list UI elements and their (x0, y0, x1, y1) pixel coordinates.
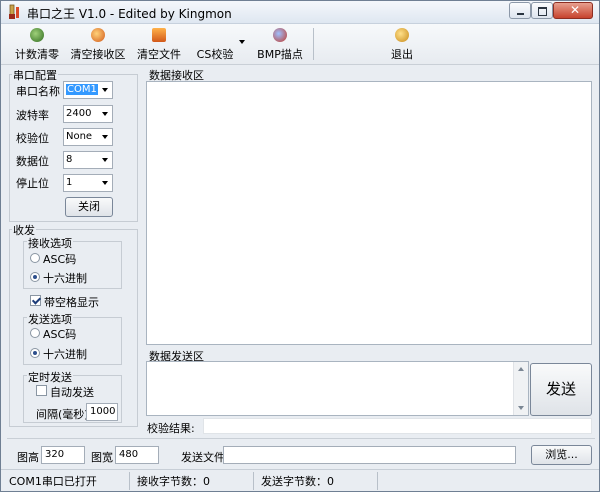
dropdown-arrow-icon (102, 181, 108, 185)
space-display-checkbox[interactable] (30, 295, 41, 306)
baud-select[interactable]: 2400 (63, 105, 113, 123)
send-file-label: 发送文件 (181, 451, 225, 464)
dropdown-arrow-icon (102, 88, 108, 92)
receive-hex-label: 十六进制 (43, 272, 87, 285)
databits-label: 数据位 (16, 155, 49, 168)
bmp-trace-button[interactable]: BMP描点 (257, 26, 303, 62)
minimize-icon (517, 13, 524, 15)
status-divider (377, 472, 378, 490)
close-window-button[interactable]: ✕ (553, 2, 593, 19)
send-hex-radio[interactable] (30, 348, 40, 358)
receive-hex-radio[interactable] (30, 272, 40, 282)
toolbar: 计数清零 清空接收区 清空文件 CS校验 BMP描点 退出 (1, 24, 599, 65)
status-divider (253, 472, 254, 490)
clear-file-button[interactable]: 清空文件 (135, 26, 183, 62)
send-button[interactable]: 发送 (530, 363, 592, 416)
close-icon: ✕ (570, 3, 581, 17)
check-result-label: 校验结果: (147, 422, 195, 435)
counter-icon (30, 28, 44, 42)
serial-config-title: 串口配置 (12, 67, 58, 83)
title-bar[interactable]: 串口之王 V1.0 - Edited by Kingmon ✕ (1, 1, 599, 24)
parity-select[interactable]: None (63, 128, 113, 146)
receive-asc-label: ASC码 (43, 253, 77, 266)
send-scrollbar[interactable] (513, 362, 528, 415)
send-file-input[interactable] (223, 446, 516, 464)
send-asc-radio[interactable] (30, 328, 40, 338)
image-height-label: 图高 (17, 451, 39, 464)
received-bytes: 接收字节数：0 (137, 475, 210, 488)
check-result-field (203, 418, 592, 434)
receive-asc-radio[interactable] (30, 253, 40, 263)
dropdown-arrow-icon[interactable] (239, 40, 245, 44)
image-height-input[interactable]: 320 (41, 446, 85, 464)
send-hex-label: 十六进制 (43, 348, 87, 361)
parity-label: 校验位 (16, 132, 49, 145)
clear-file-icon (152, 28, 166, 42)
port-label: 串口名称 (16, 85, 60, 98)
stopbits-label: 停止位 (16, 177, 49, 190)
port-select[interactable]: COM1 (63, 81, 113, 99)
auto-send-checkbox[interactable] (36, 385, 47, 396)
databits-select[interactable]: 8 (63, 151, 113, 169)
close-port-button[interactable]: 关闭 (65, 197, 113, 217)
send-options-title: 发送选项 (27, 311, 73, 327)
receive-textarea[interactable] (146, 81, 592, 345)
interval-label: 间隔(毫秒) (36, 408, 89, 421)
baud-label: 波特率 (16, 109, 49, 122)
timed-send-title: 定时发送 (27, 369, 73, 385)
dropdown-arrow-icon (102, 135, 108, 139)
count-clear-button[interactable]: 计数清零 (11, 26, 63, 62)
toolbar-separator (313, 28, 314, 60)
app-icon (9, 4, 19, 19)
interval-input[interactable]: 1000 (86, 403, 118, 421)
status-divider (129, 472, 130, 490)
scroll-down-icon[interactable] (518, 406, 524, 410)
cs-check-button[interactable]: CS校验 (193, 26, 237, 62)
bmp-icon (273, 28, 287, 42)
scroll-up-icon[interactable] (518, 367, 524, 371)
auto-send-label: 自动发送 (50, 386, 94, 399)
maximize-icon (538, 7, 547, 16)
port-status: COM1串口已打开 (9, 475, 97, 488)
space-display-label: 带空格显示 (44, 296, 99, 309)
minimize-button[interactable] (509, 2, 531, 19)
sent-bytes: 发送字节数：0 (261, 475, 334, 488)
bottom-divider (7, 438, 595, 439)
exit-button[interactable]: 退出 (387, 26, 417, 62)
window-title: 串口之王 V1.0 - Edited by Kingmon (27, 7, 232, 21)
image-width-input[interactable]: 480 (115, 446, 159, 464)
main-window: 串口之王 V1.0 - Edited by Kingmon ✕ 计数清零 清空接… (0, 0, 600, 492)
clear-receive-button[interactable]: 清空接收区 (69, 26, 127, 62)
browse-button[interactable]: 浏览... (531, 445, 592, 465)
maximize-button[interactable] (531, 2, 553, 19)
stopbits-select[interactable]: 1 (63, 174, 113, 192)
send-asc-label: ASC码 (43, 328, 77, 341)
exit-icon (395, 28, 409, 42)
dropdown-arrow-icon (102, 158, 108, 162)
dropdown-arrow-icon (102, 112, 108, 116)
send-textarea[interactable] (146, 361, 529, 416)
clear-receive-icon (91, 28, 105, 42)
image-width-label: 图宽 (91, 451, 113, 464)
receive-options-title: 接收选项 (27, 235, 73, 251)
status-bar: COM1串口已打开 接收字节数：0 发送字节数：0 (1, 469, 599, 491)
